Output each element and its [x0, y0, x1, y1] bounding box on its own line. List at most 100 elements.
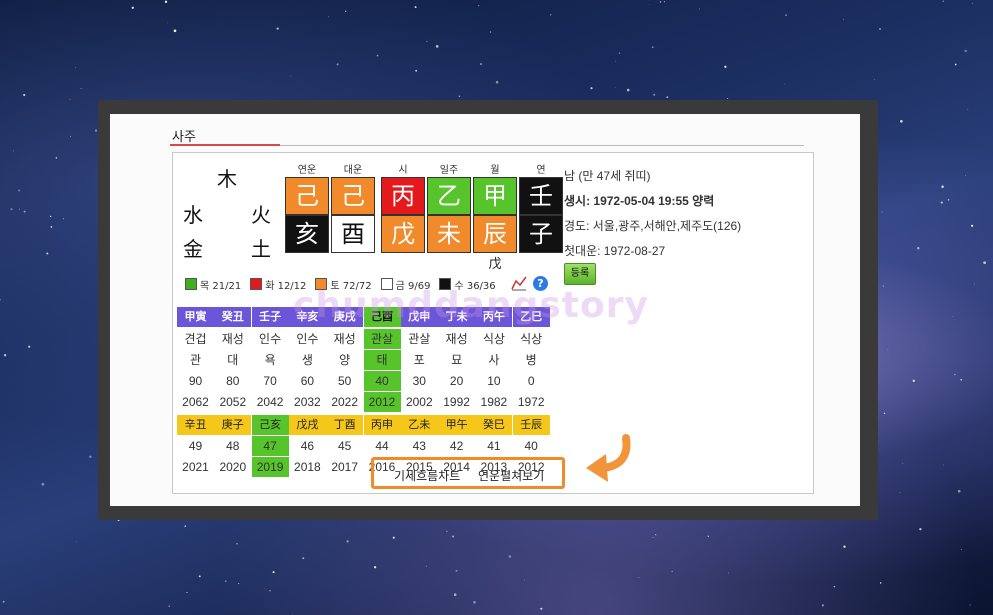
- star: [883, 412, 886, 414]
- star: [882, 285, 885, 287]
- star: [94, 129, 98, 132]
- daeun-sipsin-cell: 관살: [408, 332, 431, 346]
- links-highlight-box: 기세흐름차트 연운펼쳐보기: [371, 457, 565, 489]
- daeun-header-cell[interactable]: 辛亥: [288, 307, 326, 327]
- legend-swatch: [439, 278, 452, 290]
- daeun-year-cell: 2052: [219, 395, 247, 409]
- star: [881, 211, 883, 213]
- legend-swatch: [250, 278, 263, 290]
- star: [46, 252, 49, 255]
- yeonun-header-cell[interactable]: 丙申: [363, 415, 401, 435]
- legend-item: 금 9/69: [380, 278, 431, 292]
- star: [80, 88, 82, 89]
- daeun-header-cell[interactable]: 乙巳: [512, 307, 550, 327]
- daeun-year-cell: 2042: [256, 395, 284, 409]
- element-fire: 火: [251, 203, 271, 227]
- daeun-sipsin-cell: 식상: [482, 332, 505, 346]
- register-button[interactable]: 등록: [564, 263, 596, 285]
- star: [943, 464, 944, 466]
- fortune-chart-link[interactable]: 기세흐름차트: [394, 467, 460, 484]
- daeun-year-cell: 1992: [443, 395, 470, 409]
- yeonun-header-cell[interactable]: 壬辰: [512, 415, 550, 435]
- pillar-stem: 甲: [473, 177, 517, 215]
- star: [2, 600, 5, 603]
- daeun-age-cell: 0: [527, 374, 535, 388]
- star: [131, 6, 134, 9]
- yeonun-header-cell[interactable]: 癸巳: [475, 415, 513, 435]
- pillar-branch: 未: [427, 215, 471, 253]
- star: [495, 80, 499, 84]
- star: [524, 579, 525, 581]
- element-water: 水: [183, 203, 203, 227]
- star: [728, 572, 729, 574]
- expand-yeonun-link[interactable]: 연운펼쳐보기: [478, 467, 544, 484]
- star: [302, 557, 305, 560]
- daeun-age-cell: 60: [300, 374, 315, 388]
- first-daeun-info: 첫대운: 1972-08-27: [564, 244, 666, 258]
- star: [879, 582, 882, 584]
- daeun-year-cell: 2002: [405, 395, 433, 409]
- star: [455, 569, 458, 572]
- star: [964, 49, 967, 53]
- daeun-header-cell[interactable]: 壬子: [251, 307, 289, 327]
- daeun-header-cell[interactable]: 甲寅: [177, 307, 214, 327]
- legend-item: 화 12/12: [250, 278, 307, 292]
- yeonun-age-cell: 40: [524, 439, 538, 453]
- yeonun-year-cell: 2021: [182, 460, 209, 474]
- help-icon[interactable]: ?: [533, 276, 548, 291]
- daeun-age-cell: 10: [487, 374, 501, 388]
- star: [376, 54, 379, 57]
- saju-box: 木 水 火 金 土 연운 己亥 대운 己酉 시 丙戊 일주 乙未 월 甲辰戊 연 壬子 목 21/21…: [172, 152, 814, 494]
- legend-label: 화 12/12: [265, 281, 307, 292]
- screenshot-frame: 사주 木 水 火 金 土 연운 己亥 대운 己酉 시 丙戊 일주 乙未 월 甲辰戊 연 壬子 목 21…: [98, 100, 878, 520]
- star: [414, 6, 417, 9]
- pillar-branch: 子: [519, 215, 563, 253]
- star: [727, 98, 729, 99]
- star: [426, 40, 428, 42]
- daeun-unseong-cell: 태: [363, 350, 401, 370]
- yeonun-age-cell: 44: [375, 439, 389, 453]
- yeonun-age-cell: 46: [300, 439, 315, 453]
- yeonun-age-cell: 45: [338, 439, 352, 453]
- element-earth: 土: [251, 237, 271, 261]
- yeonun-header-cell[interactable]: 庚子: [214, 415, 252, 435]
- daeun-header-cell[interactable]: 丁未: [438, 307, 476, 327]
- legend-label: 금 9/69: [395, 281, 431, 292]
- star: [917, 246, 920, 250]
- daeun-header-cell[interactable]: 己酉: [363, 307, 401, 327]
- pillar-hidden-stem: 戊: [488, 257, 502, 272]
- star: [821, 604, 825, 607]
- pointer-arrow-icon: [586, 434, 631, 482]
- star: [967, 108, 969, 110]
- yeonun-header-cell[interactable]: 辛丑: [177, 415, 214, 435]
- star: [76, 541, 77, 543]
- daeun-header-cell[interactable]: 戊申: [400, 307, 438, 327]
- star: [173, 29, 177, 33]
- yeonun-header-cell[interactable]: 戊戌: [288, 415, 326, 435]
- yeonun-header-cell[interactable]: 甲午: [438, 415, 476, 435]
- daeun-age-cell: 40: [363, 371, 401, 391]
- line-chart-icon[interactable]: [511, 275, 527, 291]
- daeun-header-cell[interactable]: 癸丑: [214, 307, 252, 327]
- star: [269, 589, 271, 592]
- yeonun-year-cell: 2017: [331, 460, 359, 474]
- star: [50, 226, 53, 228]
- daeun-year-cell: 2012: [363, 392, 401, 412]
- daeun-unseong-cell: 사: [488, 353, 500, 367]
- yeonun-header-cell[interactable]: 乙未: [400, 415, 438, 435]
- yeonun-header-cell[interactable]: 己亥: [251, 415, 289, 435]
- yeonun-header-cell[interactable]: 丁酉: [326, 415, 364, 435]
- daeun-header-cell[interactable]: 丙午: [475, 307, 513, 327]
- daeun-age-cell: 70: [263, 374, 277, 388]
- pillar-stem: 壬: [519, 177, 563, 215]
- daeun-header-cell[interactable]: 庚戌: [326, 307, 364, 327]
- star: [345, 10, 347, 12]
- star: [508, 555, 512, 558]
- yeonun-age-cell: 42: [449, 439, 464, 453]
- star: [18, 189, 21, 192]
- star: [899, 492, 901, 493]
- star: [724, 65, 727, 68]
- star: [264, 587, 266, 589]
- star: [478, 5, 480, 7]
- star: [671, 571, 673, 573]
